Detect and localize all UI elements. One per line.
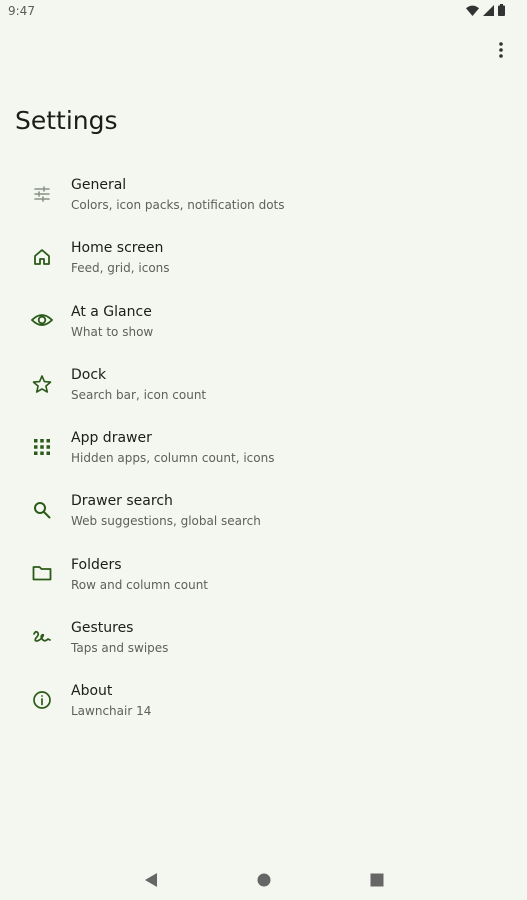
info-icon	[30, 688, 54, 712]
settings-item-at-a-glance[interactable]: At a Glance What to show	[0, 289, 527, 352]
settings-item-app-drawer[interactable]: App drawer Hidden apps, column count, ic…	[0, 415, 527, 478]
home-circle-icon	[257, 873, 271, 887]
settings-item-general[interactable]: General Colors, icon packs, notification…	[0, 162, 527, 225]
back-button[interactable]	[139, 868, 163, 892]
home-icon	[30, 245, 54, 269]
item-summary: Hidden apps, column count, icons	[71, 451, 275, 466]
item-label: Folders	[71, 556, 122, 573]
item-summary: Taps and swipes	[71, 641, 169, 656]
item-summary: Feed, grid, icons	[71, 261, 170, 276]
status-time: 9:47	[8, 4, 35, 18]
item-summary: What to show	[71, 324, 154, 339]
star-icon	[30, 372, 54, 396]
item-summary: Row and column count	[71, 577, 209, 592]
back-icon	[145, 873, 157, 887]
eye-icon	[30, 308, 54, 332]
grid-icon	[30, 435, 54, 459]
recents-button[interactable]	[365, 868, 389, 892]
settings-item-home-screen[interactable]: Home screen Feed, grid, icons	[0, 225, 527, 288]
tune-icon	[30, 182, 54, 206]
navigation-bar	[0, 856, 527, 900]
item-label: About	[71, 683, 113, 700]
item-label: Dock	[71, 366, 107, 383]
item-summary: Colors, icon packs, notification dots	[71, 198, 285, 212]
item-label: App drawer	[71, 430, 152, 447]
item-label: Drawer search	[71, 493, 173, 510]
cellular-signal-icon	[483, 4, 494, 16]
recents-icon	[370, 873, 384, 887]
settings-item-drawer-search[interactable]: Drawer search Web suggestions, global se…	[0, 478, 527, 541]
page-title: Settings	[15, 106, 118, 135]
folder-icon	[30, 561, 54, 585]
battery-icon	[498, 4, 505, 16]
item-label: At a Glance	[71, 303, 152, 320]
status-bar: 9:47	[0, 0, 527, 24]
item-summary: Web suggestions, global search	[71, 514, 261, 529]
status-icons	[466, 4, 505, 16]
item-summary: Lawnchair 14	[71, 704, 152, 719]
item-label: Gestures	[71, 620, 134, 637]
settings-list: General Colors, icon packs, notification…	[0, 162, 527, 732]
settings-item-gestures[interactable]: Gestures Taps and swipes	[0, 605, 527, 668]
home-button[interactable]	[252, 868, 276, 892]
more-vert-icon	[499, 42, 503, 58]
settings-item-dock[interactable]: Dock Search bar, icon count	[0, 352, 527, 415]
gesture-icon	[30, 625, 54, 649]
wifi-icon	[466, 5, 479, 16]
overflow-menu-button[interactable]	[489, 38, 513, 62]
settings-item-about[interactable]: About Lawnchair 14	[0, 668, 527, 731]
settings-item-folders[interactable]: Folders Row and column count	[0, 542, 527, 605]
item-summary: Search bar, icon count	[71, 387, 207, 402]
search-icon	[30, 498, 54, 522]
item-label: Home screen	[71, 240, 164, 257]
item-label: General	[71, 177, 127, 193]
